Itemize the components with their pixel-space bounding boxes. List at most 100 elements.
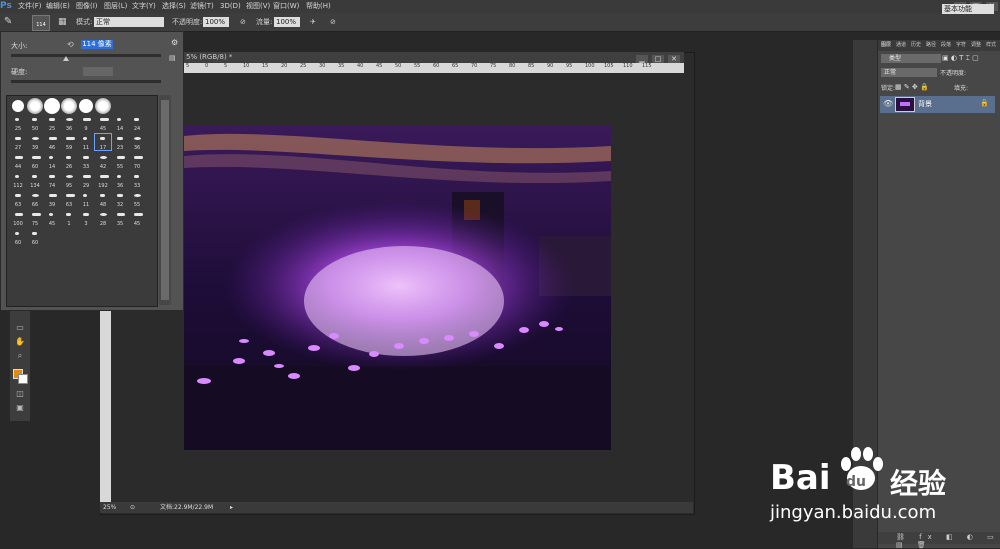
brush-tip[interactable] xyxy=(27,98,43,114)
brush-tip[interactable]: 45 xyxy=(129,210,145,227)
brush-tip[interactable]: 39 xyxy=(27,134,43,151)
brush-tool-icon[interactable]: ✎ xyxy=(4,13,12,31)
brush-tip[interactable]: 95 xyxy=(61,172,77,189)
brush-tip[interactable]: 44 xyxy=(10,153,26,170)
new-preset-icon[interactable]: ▤ xyxy=(169,54,176,62)
brush-tip[interactable]: 192 xyxy=(95,172,111,189)
hardness-slider[interactable] xyxy=(11,80,161,83)
zoom-readout[interactable]: 25% xyxy=(103,502,116,513)
brush-tip[interactable]: 39 xyxy=(44,191,60,208)
size-slider-knob[interactable] xyxy=(63,56,69,61)
brush-grid-scrollbar[interactable] xyxy=(159,95,171,305)
pressure-opacity-icon[interactable]: ⊘ xyxy=(240,13,246,31)
brush-tip[interactable]: 35 xyxy=(112,210,128,227)
brush-tip[interactable]: 17 xyxy=(94,133,112,151)
brush-tip[interactable]: 27 xyxy=(10,134,26,151)
layers-tab-2[interactable]: 历史 xyxy=(911,40,921,51)
brush-preset-picker[interactable]: 114 xyxy=(32,15,50,31)
menu-item-7[interactable]: 3D(D) xyxy=(220,0,241,13)
brush-tip[interactable]: 11 xyxy=(78,191,94,208)
layers-tab-6[interactable]: 调整 xyxy=(971,40,981,51)
lock-icons[interactable]: ▦ ✎ ✥ 🔒 xyxy=(895,83,929,91)
brush-tip[interactable]: 14 xyxy=(44,153,60,170)
zoom-tool-icon[interactable]: ⌕ xyxy=(14,351,26,361)
background-color-swatch[interactable] xyxy=(18,374,28,384)
menu-item-2[interactable]: 图像(I) xyxy=(76,0,98,13)
menu-item-10[interactable]: 帮助(H) xyxy=(306,0,331,13)
brush-tip[interactable]: 60 xyxy=(10,229,26,246)
document-tab[interactable]: 5% (RGB/8) * ▁ □ ✕ xyxy=(184,52,684,64)
brush-tip[interactable]: 66 xyxy=(27,191,43,208)
brush-tip[interactable]: 46 xyxy=(44,134,60,151)
brush-tip[interactable]: 14 xyxy=(112,115,128,132)
brush-tip[interactable]: 26 xyxy=(61,153,77,170)
brush-tip[interactable] xyxy=(44,98,60,114)
quick-mask-icon[interactable]: ◫ xyxy=(14,389,26,399)
brush-panel-toggle-icon[interactable]: ▦ xyxy=(58,13,67,31)
brush-tip[interactable]: 33 xyxy=(78,153,94,170)
brush-tip[interactable]: 112 xyxy=(10,172,26,189)
layers-tab-7[interactable]: 样式 xyxy=(986,40,996,51)
brush-tip[interactable]: 9 xyxy=(78,115,94,132)
brush-tip[interactable]: 45 xyxy=(95,115,111,132)
brush-tip[interactable]: 45 xyxy=(44,210,60,227)
layer-row-background[interactable]: 👁 背景 🔒 xyxy=(880,96,995,113)
menu-item-1[interactable]: 编辑(E) xyxy=(46,0,70,13)
brush-tip[interactable]: 33 xyxy=(129,172,145,189)
brush-tip[interactable] xyxy=(95,98,111,114)
menu-item-6[interactable]: 滤镜(T) xyxy=(190,0,214,13)
brush-tip[interactable]: 32 xyxy=(112,191,128,208)
brush-tip[interactable]: 1 xyxy=(61,210,77,227)
layers-tab-5[interactable]: 字符 xyxy=(956,40,966,51)
brush-tip[interactable] xyxy=(10,98,26,114)
brush-size-input[interactable]: 114 像素 xyxy=(81,40,113,49)
dodge-tool-icon[interactable]: ▭ xyxy=(14,323,26,333)
mode-select[interactable]: 正常 xyxy=(94,17,164,27)
opacity-input[interactable]: 100% xyxy=(203,17,229,27)
menu-item-9[interactable]: 窗口(W) xyxy=(273,0,299,13)
brush-tip[interactable]: 36 xyxy=(112,172,128,189)
screen-mode-icon[interactable]: ▣ xyxy=(14,403,26,413)
brush-tip[interactable]: 74 xyxy=(44,172,60,189)
menu-item-5[interactable]: 选择(S) xyxy=(162,0,186,13)
brush-tip[interactable]: 24 xyxy=(129,115,145,132)
size-slider[interactable] xyxy=(11,54,161,57)
brush-tip[interactable]: 60 xyxy=(27,229,43,246)
brush-tip[interactable]: 11 xyxy=(78,134,94,151)
pressure-size-icon[interactable]: ⊘ xyxy=(330,13,336,31)
layers-tab-0[interactable]: 图层 xyxy=(881,40,891,51)
brush-tip[interactable]: 36 xyxy=(129,134,145,151)
brush-tip[interactable]: 55 xyxy=(112,153,128,170)
brush-tip[interactable] xyxy=(78,98,94,114)
brush-tip[interactable]: 29 xyxy=(78,172,94,189)
layers-tab-4[interactable]: 段落 xyxy=(941,40,951,51)
brush-tip[interactable]: 75 xyxy=(27,210,43,227)
brush-tip[interactable]: 36 xyxy=(61,115,77,132)
brush-tip[interactable]: 63 xyxy=(10,191,26,208)
panel-gear-icon[interactable]: ⚙ xyxy=(171,38,178,47)
layer-filter-icons[interactable]: ▣ ◐ T ⌶ ▢ xyxy=(942,54,979,63)
menu-item-8[interactable]: 视图(V) xyxy=(246,0,270,13)
brush-tip[interactable]: 70 xyxy=(129,153,145,170)
layer-filter-select[interactable]: 类型 xyxy=(881,54,941,63)
menu-item-4[interactable]: 文字(Y) xyxy=(132,0,156,13)
brush-tip[interactable]: 25 xyxy=(10,115,26,132)
reset-size-icon[interactable]: ⟲ xyxy=(67,40,74,49)
hardness-input[interactable] xyxy=(83,67,113,76)
brush-tip[interactable]: 59 xyxy=(61,134,77,151)
brush-tip[interactable]: 48 xyxy=(95,191,111,208)
workspace-select[interactable]: 基本功能 xyxy=(942,4,994,14)
scrollbar-thumb[interactable] xyxy=(161,100,169,300)
blend-mode-select[interactable]: 正常 xyxy=(881,68,937,77)
menu-item-0[interactable]: 文件(F) xyxy=(18,0,42,13)
brush-tip[interactable]: 23 xyxy=(112,134,128,151)
layer-visibility-eye-icon[interactable]: 👁 xyxy=(883,99,893,108)
brush-tip[interactable]: 55 xyxy=(129,191,145,208)
brush-tip[interactable]: 42 xyxy=(95,153,111,170)
brush-tip[interactable] xyxy=(61,98,77,114)
brush-tip[interactable]: 28 xyxy=(95,210,111,227)
menu-item-3[interactable]: 图层(L) xyxy=(104,0,127,13)
brush-tip[interactable]: 134 xyxy=(27,172,43,189)
layers-tab-3[interactable]: 路径 xyxy=(926,40,936,51)
status-menu-arrow-icon[interactable]: ▸ xyxy=(230,502,233,513)
